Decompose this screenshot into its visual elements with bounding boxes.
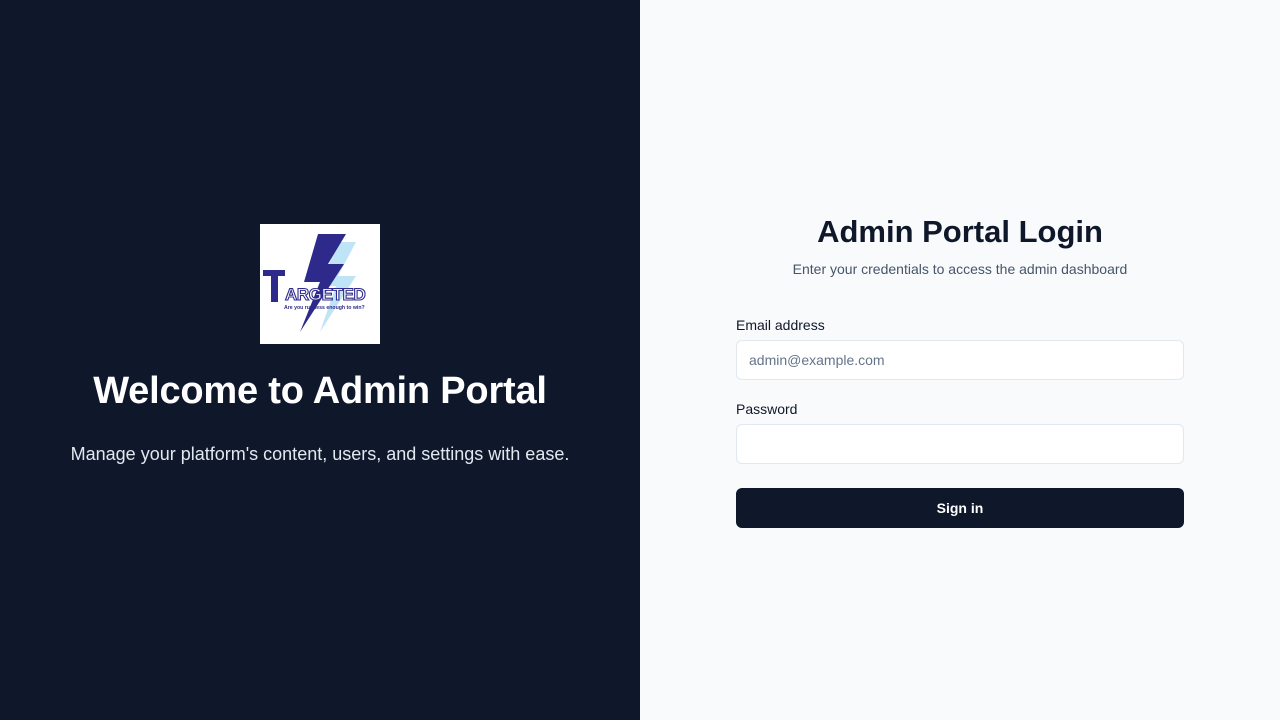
hero-subtitle: Manage your platform's content, users, a… bbox=[70, 444, 570, 464]
login-panel: Admin Portal Login Enter your credential… bbox=[640, 0, 1280, 720]
password-field[interactable] bbox=[736, 424, 1184, 464]
hero-title: Welcome to Admin Portal bbox=[93, 370, 547, 412]
login-page: ARGETED Are you ruthless enough to win? … bbox=[0, 0, 1280, 720]
login-subtitle: Enter your credentials to access the adm… bbox=[792, 261, 1128, 277]
email-label: Email address bbox=[736, 317, 825, 333]
brand-wordmark: ARGETED bbox=[285, 285, 365, 304]
email-field[interactable] bbox=[736, 340, 1184, 380]
brand-logo: ARGETED Are you ruthless enough to win? bbox=[260, 224, 380, 344]
password-label: Password bbox=[736, 401, 798, 417]
sign-in-button[interactable]: Sign in bbox=[736, 488, 1184, 528]
brand-tagline: Are you ruthless enough to win? bbox=[284, 305, 365, 311]
targeted-lightning-logo-icon: ARGETED Are you ruthless enough to win? bbox=[263, 234, 366, 332]
login-title: Admin Portal Login bbox=[817, 214, 1103, 249]
hero-panel: ARGETED Are you ruthless enough to win? … bbox=[0, 0, 640, 720]
